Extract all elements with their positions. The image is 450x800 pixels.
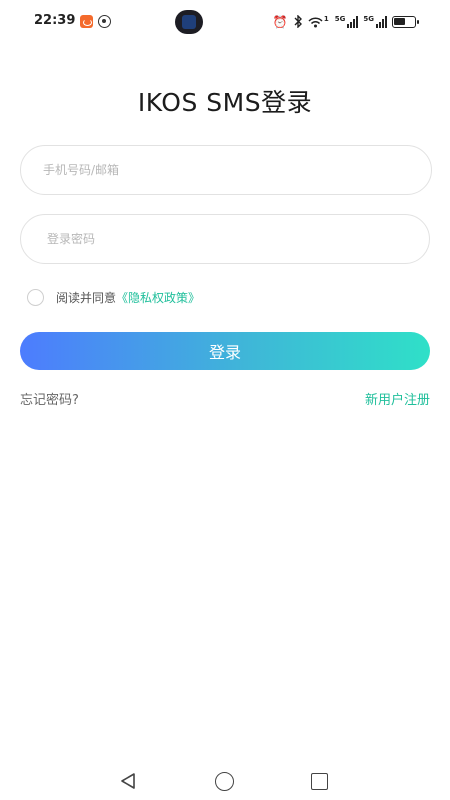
- agreement-text: 阅读并同意: [56, 290, 117, 305]
- agree-checkbox[interactable]: [27, 288, 44, 306]
- wifi-suffix: 1: [323, 15, 329, 23]
- signal-label: 5G: [363, 15, 374, 23]
- status-icons: ⏰ 1 5G 5G: [272, 13, 419, 31]
- bluetooth-icon: [293, 13, 303, 30]
- register-link[interactable]: 新用户注册: [365, 389, 430, 408]
- eye-icon: [98, 15, 111, 28]
- page-title: IKOS SMS登录: [137, 88, 313, 117]
- recents-icon[interactable]: [311, 773, 328, 790]
- agreement-row: 阅读并同意 《隐私权政策》: [27, 288, 200, 306]
- phone-email-input[interactable]: [21, 146, 431, 194]
- weibo-icon: [80, 15, 93, 28]
- login-screen: 22:39 ⏰ 1 5G 5G IKOS SMS登录 手机号码/邮箱 阅读并同意…: [0, 0, 450, 800]
- camera-cutout: [175, 10, 203, 34]
- password-field-wrapper: [20, 214, 430, 264]
- privacy-policy-link[interactable]: 《隐私权政策》: [116, 289, 200, 306]
- home-icon[interactable]: [215, 772, 234, 791]
- phone-field-wrapper: [20, 145, 432, 195]
- forgot-password-link[interactable]: 忘记密码?: [20, 389, 79, 408]
- signal-label: 5G: [334, 15, 346, 23]
- navigation-bar: [0, 760, 450, 800]
- alarm-icon: ⏰: [272, 15, 288, 29]
- signal-5g-icon: 5G: [335, 16, 359, 28]
- battery-icon: [392, 16, 419, 28]
- password-input[interactable]: [21, 215, 429, 263]
- wifi-icon: 1: [308, 16, 330, 28]
- status-time: 22:39: [34, 13, 76, 28]
- back-icon[interactable]: [119, 772, 137, 790]
- signal-5g-icon: 5G: [363, 16, 387, 28]
- login-button[interactable]: 登录: [20, 332, 430, 370]
- status-bar: 22:39 ⏰ 1 5G 5G: [0, 0, 450, 44]
